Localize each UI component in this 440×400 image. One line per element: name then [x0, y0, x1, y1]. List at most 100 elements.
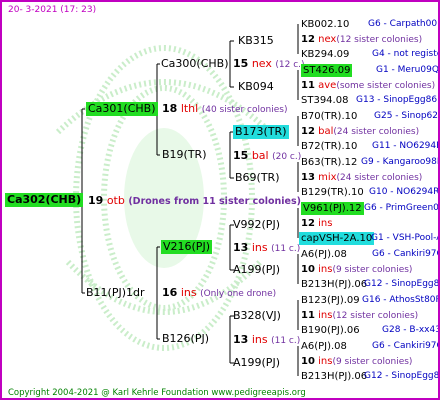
leaf-8-gen-number: 10	[301, 356, 315, 367]
leaf-5-dam-origin: G6 - PrimGreen00	[364, 203, 440, 213]
leaf-4-dam[interactable]: B63(TR).12	[301, 156, 357, 169]
leaf-2-gen-code: ave	[318, 80, 337, 91]
leaf-1-generation: 12 nex(12 sister colonies)	[301, 33, 422, 47]
leaf-4-gen-code: mix	[318, 172, 337, 183]
root-gen-number: 19	[88, 194, 104, 207]
grandparent-2-generation-line: 15 bal (20 c.)	[233, 149, 301, 164]
pedigree-frame: 20- 3-2021 (17: 23) Ca302(CHB) 19 otb (D…	[0, 0, 440, 400]
g1-gen-number: 15	[233, 57, 249, 70]
leaf-4-gen-note: (24 sister colonies)	[336, 173, 423, 183]
leaf-4-dam-origin: G9 - Kangaroo98R	[361, 157, 440, 167]
leaf-1-gen-code: nex	[318, 34, 337, 45]
leaf-5-sire[interactable]: capVSH-2A.10	[299, 232, 375, 245]
great-grandparent-2[interactable]: KB094	[238, 80, 274, 94]
copyright-footer: Copyright 2004-2021 @ Karl Kehrle Founda…	[8, 388, 306, 398]
root-gen-note: (Drones from 11 sister colonies)	[128, 196, 301, 207]
leaf-4-sire[interactable]: B129(TR).10	[301, 186, 364, 199]
leaf-3-gen-note: (24 sister colonies)	[333, 127, 420, 137]
pedigree-tree: 20- 3-2021 (17: 23) Ca302(CHB) 19 otb (D…	[2, 2, 440, 398]
leaf-7-gen-number: 11	[301, 310, 315, 321]
leaf-2-gen-note: (some sister colonies)	[336, 81, 436, 91]
great-grandparent-5[interactable]: V992(PJ)	[233, 218, 280, 232]
leaf-7-gen-note: (12 sister colonies)	[332, 311, 419, 321]
leaf-4-generation: 13 mix(24 sister colonies)	[301, 171, 422, 185]
grandparent-4-generation-line: 13 ins (11 c.)	[233, 333, 300, 348]
leaf-3-dam[interactable]: B70(TR).10	[301, 110, 357, 123]
parent-1-generation-line: 18 lthl (40 sister colonies)	[162, 102, 287, 117]
grandparent-3-generation-line: 13 ins (11 c.)	[233, 241, 300, 256]
leaf-8-dam-origin: G6 - Cankiri97Q	[372, 341, 440, 351]
p2-gen-note: (Only one drone)	[200, 289, 277, 299]
g4-gen-note: (11 c.)	[271, 336, 301, 346]
grandparent-2[interactable]: B19(TR)	[162, 148, 207, 162]
leaf-3-dam-origin: G25 - Sinop62R	[374, 111, 440, 121]
leaf-8-sire[interactable]: B213H(PJ).06	[301, 370, 367, 383]
leaf-6-sire[interactable]: B213H(PJ).06	[301, 278, 367, 291]
leaf-2-sire-origin: G13 - SinopEgg86R	[356, 95, 440, 105]
p1-gen-number: 18	[162, 102, 178, 115]
leaf-1-sire[interactable]: KB294.09	[301, 48, 349, 61]
leaf-7-generation: 11 ins(12 sister colonies)	[301, 309, 418, 323]
leaf-8-generation: 10 ins(9 sister colonies)	[301, 355, 412, 369]
leaf-7-sire[interactable]: B190(PJ).06	[301, 324, 360, 337]
great-grandparent-6[interactable]: A199(PJ)	[233, 263, 280, 277]
leaf-4-gen-number: 13	[301, 172, 315, 183]
leaf-7-sire-origin: G28 - B-xx43	[382, 325, 440, 335]
leaf-3-gen-number: 12	[301, 126, 315, 137]
g3-gen-number: 13	[233, 241, 249, 254]
leaf-8-sire-origin: G12 - SinopEgg86R	[364, 371, 440, 381]
leaf-8-gen-note: (9 sister colonies)	[332, 357, 413, 367]
leaf-2-sire[interactable]: ST394.08	[301, 94, 348, 107]
g2-gen-code: bal	[251, 149, 269, 162]
date-stamp: 20- 3-2021 (17: 23)	[8, 5, 97, 15]
great-grandparent-7[interactable]: B328(VJ)	[233, 309, 281, 323]
g3-gen-note: (11 c.)	[271, 244, 301, 254]
leaf-7-dam-origin: G16 - AthosSt80R	[362, 295, 440, 305]
leaf-6-dam[interactable]: A6(PJ).08	[301, 248, 347, 261]
leaf-3-sire[interactable]: B72(TR).10	[301, 140, 357, 153]
leaf-4-sire-origin: G10 - NO6294R	[369, 187, 440, 197]
leaf-1-sire-origin: G4 - not registe	[372, 49, 440, 59]
great-grandparent-3[interactable]: B173(TR)	[233, 125, 289, 139]
leaf-5-generation: 12 ins	[301, 217, 332, 231]
leaf-8-gen-code: ins	[318, 356, 333, 367]
leaf-5-gen-number: 12	[301, 218, 315, 229]
grandparent-3[interactable]: V216(PJ)	[161, 240, 212, 254]
p1-gen-code: lthl	[180, 102, 199, 115]
great-grandparent-4[interactable]: B69(TR)	[235, 171, 280, 185]
leaf-7-gen-code: ins	[318, 310, 333, 321]
leaf-2-generation: 11 ave(some sister colonies)	[301, 79, 435, 93]
g2-gen-number: 15	[233, 149, 249, 162]
leaf-3-generation: 12 bal(24 sister colonies)	[301, 125, 419, 139]
leaf-2-gen-number: 11	[301, 80, 315, 91]
leaf-6-gen-code: ins	[318, 264, 333, 275]
grandparent-1[interactable]: Ca300(CHB)	[161, 57, 229, 71]
p2-gen-number: 16	[162, 286, 178, 299]
leaf-3-gen-code: bal	[318, 126, 334, 137]
great-grandparent-1[interactable]: KB315	[238, 34, 274, 48]
root-gen-code: otb	[106, 194, 125, 207]
g4-gen-code: ins	[251, 333, 268, 346]
root-generation-line: 19 otb (Drones from 11 sister colonies)	[88, 194, 301, 209]
leaf-6-dam-origin: G6 - Cankiri97Q	[372, 249, 440, 259]
p1-gen-note: (40 sister colonies)	[201, 105, 288, 115]
g1-gen-code: nex	[251, 57, 272, 70]
leaf-5-dam[interactable]: V961(PJ).12	[301, 202, 364, 215]
leaf-6-gen-number: 10	[301, 264, 315, 275]
g2-gen-note: (20 c.)	[272, 152, 302, 162]
leaf-2-dam[interactable]: ST426.09	[301, 64, 353, 77]
leaf-2-dam-origin: G1 - Meru09Q	[376, 65, 439, 75]
parent-queen-2[interactable]: B11(PJ)1dr	[86, 286, 145, 300]
great-grandparent-8[interactable]: A199(PJ)	[233, 356, 280, 370]
leaf-1-gen-note: (12 sister colonies)	[336, 35, 423, 45]
leaf-8-dam[interactable]: A6(PJ).08	[301, 340, 347, 353]
grandparent-4[interactable]: B126(PJ)	[162, 332, 209, 346]
leaf-5-gen-code: ins	[318, 218, 333, 229]
leaf-5-sire-origin: G1 - VSH-Pool-AR	[371, 233, 438, 243]
grandparent-1-generation-line: 15 nex (12 c.)	[233, 57, 305, 72]
root-queen[interactable]: Ca302(CHB)	[5, 193, 84, 207]
leaf-1-dam-origin: G6 - Carpath00R	[368, 19, 440, 29]
leaf-7-dam[interactable]: B123(PJ).09	[301, 294, 360, 307]
parent-queen-1[interactable]: Ca301(CHB)	[86, 102, 158, 116]
leaf-1-dam[interactable]: KB002.10	[301, 18, 349, 31]
